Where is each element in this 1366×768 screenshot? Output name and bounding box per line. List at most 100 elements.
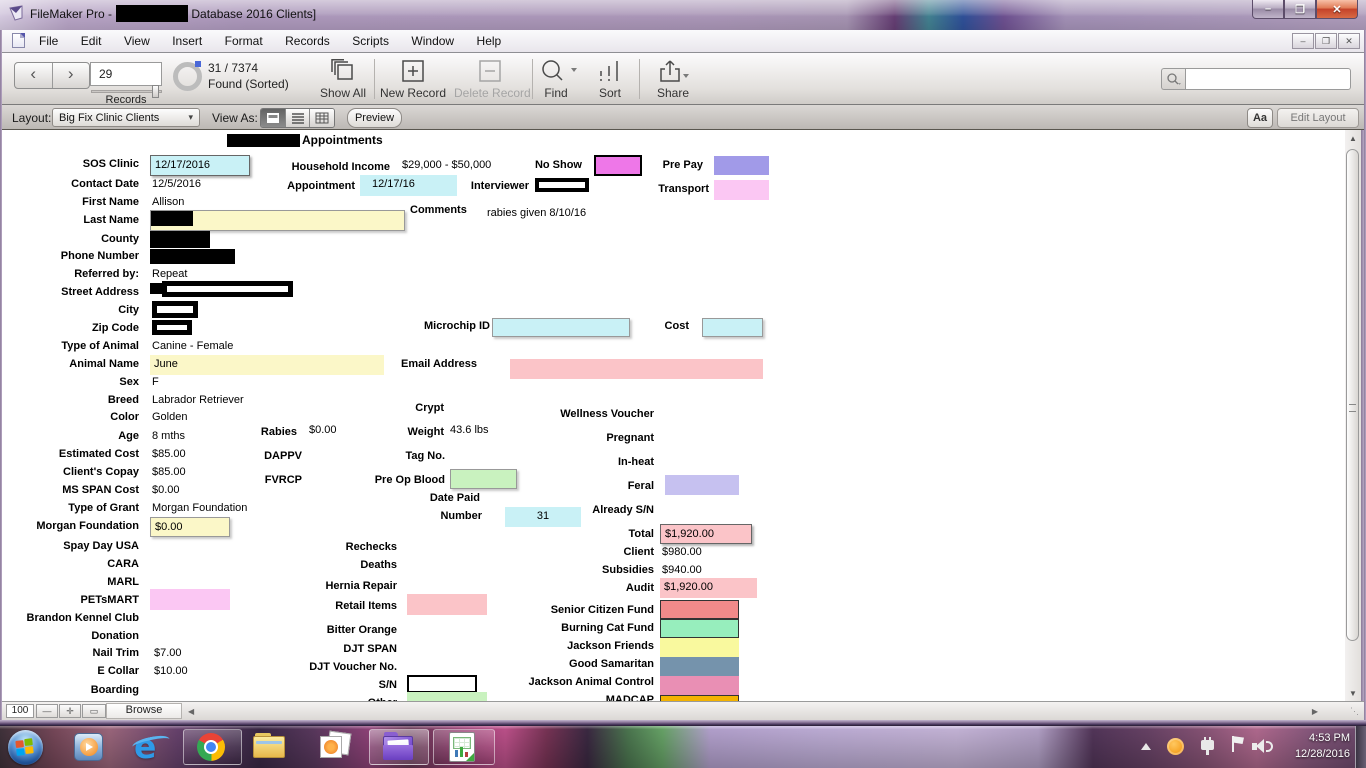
field-animal-name[interactable]: June (150, 355, 384, 375)
search-icon[interactable] (1161, 68, 1185, 90)
menu-window[interactable]: Window (402, 30, 463, 48)
taskbar-photo-viewer-icon[interactable] (320, 732, 352, 760)
taskbar-chrome-icon[interactable] (197, 733, 225, 761)
field-transport[interactable] (714, 180, 769, 200)
tray-power-icon[interactable] (1201, 737, 1216, 756)
scroll-down-arrow[interactable]: ▼ (1345, 685, 1361, 701)
field-senior-citizen-fund[interactable] (660, 600, 739, 619)
field-email-address[interactable] (510, 359, 763, 379)
edit-layout-button[interactable]: Edit Layout (1277, 108, 1359, 128)
field-jackson-friends[interactable] (660, 638, 739, 657)
field-nail-trim[interactable]: $7.00 (154, 647, 182, 659)
preview-button[interactable]: Preview (347, 108, 402, 128)
formatting-bar-button[interactable]: ▭ (82, 704, 106, 718)
maximize-button[interactable]: ❐ (1284, 0, 1316, 19)
field-e-collar[interactable]: $10.00 (154, 665, 188, 677)
zoom-in-button[interactable]: ✛ (59, 704, 81, 718)
menu-scripts[interactable]: Scripts (343, 30, 398, 48)
mdi-minimize-button[interactable]: – (1292, 33, 1314, 49)
hscroll-right-arrow[interactable]: ▶ (1312, 707, 1318, 716)
tray-volume-icon[interactable] (1252, 738, 1278, 755)
field-cost[interactable] (702, 318, 763, 337)
tray-avira-icon[interactable] (1167, 738, 1184, 755)
field-household-income[interactable]: $29,000 - $50,000 (402, 159, 491, 171)
table-view-button[interactable] (310, 109, 334, 127)
zoom-out-button[interactable]: — (36, 704, 58, 718)
list-view-button[interactable] (286, 109, 311, 127)
menu-file[interactable]: File (30, 30, 67, 48)
mdi-restore-button[interactable]: ❐ (1315, 33, 1337, 49)
field-retail-items[interactable] (407, 594, 487, 615)
taskbar-ie-icon[interactable]: e (134, 730, 168, 764)
field-age[interactable]: 8 mths (152, 430, 185, 442)
new-record-button[interactable]: New Record (380, 59, 446, 100)
field-clients-copay[interactable]: $85.00 (152, 466, 186, 478)
field-first-name[interactable]: Allison (152, 196, 184, 208)
field-morgan-foundation[interactable]: $0.00 (150, 517, 230, 537)
menu-help[interactable]: Help (468, 30, 511, 48)
field-feral[interactable] (665, 475, 739, 495)
field-good-samaritan[interactable] (660, 657, 739, 676)
field-subsidies[interactable]: $940.00 (662, 564, 702, 576)
share-button[interactable]: Share (650, 59, 696, 100)
field-ms-span-cost[interactable]: $0.00 (152, 484, 180, 496)
find-button[interactable]: Find (538, 59, 574, 100)
field-petsmart[interactable] (150, 589, 230, 610)
tray-hidden-icons-arrow[interactable] (1141, 743, 1151, 750)
field-contact-date[interactable]: 12/5/2016 (152, 178, 201, 190)
taskbar-filemaker-icon[interactable] (383, 732, 414, 761)
field-color[interactable]: Golden (152, 411, 187, 423)
mdi-close-button[interactable]: ✕ (1338, 33, 1360, 49)
field-pre-pay[interactable] (714, 156, 769, 175)
field-sos-clinic[interactable]: 12/17/2016 (150, 155, 250, 176)
search-input[interactable] (1185, 68, 1351, 90)
field-burning-cat-fund[interactable] (660, 619, 739, 638)
minimize-button[interactable]: – (1252, 0, 1284, 19)
close-button[interactable]: ✕ (1316, 0, 1358, 19)
field-type-of-grant[interactable]: Morgan Foundation (152, 502, 247, 514)
form-view-button[interactable] (261, 109, 286, 127)
layout-dropdown[interactable]: Big Fix Clinic Clients (52, 108, 200, 127)
menu-format[interactable]: Format (216, 30, 272, 48)
delete-record-button[interactable]: Delete Record (454, 59, 526, 100)
field-referred-by[interactable]: Repeat (152, 268, 187, 280)
hscroll-left-arrow[interactable]: ◀ (188, 707, 194, 716)
menu-view[interactable]: View (115, 30, 159, 48)
field-breed[interactable]: Labrador Retriever (152, 394, 244, 406)
field-sn[interactable] (407, 675, 477, 693)
zoom-level[interactable]: 100 (6, 704, 34, 718)
menu-insert[interactable]: Insert (163, 30, 211, 48)
field-audit[interactable]: $1,920.00 (660, 578, 757, 598)
field-total[interactable]: $1,920.00 (660, 524, 752, 544)
start-button[interactable] (8, 730, 43, 765)
quick-find-box[interactable] (1161, 68, 1351, 90)
taskbar-calc-icon[interactable] (449, 732, 475, 762)
vertical-scrollbar-thumb[interactable] (1346, 149, 1359, 641)
field-rabies[interactable]: $0.00 (309, 424, 337, 436)
record-nav-buttons[interactable]: ‹ › (14, 62, 90, 89)
taskbar-explorer-icon[interactable] (253, 733, 287, 759)
menu-records[interactable]: Records (276, 30, 339, 48)
show-desktop-button[interactable] (1355, 726, 1366, 768)
sort-button[interactable]: Sort (592, 59, 628, 100)
mode-dropdown[interactable]: Browse (106, 703, 182, 719)
field-sex[interactable]: F (152, 376, 159, 388)
show-all-button[interactable]: Show All (318, 59, 368, 100)
field-pre-op-blood[interactable] (450, 469, 517, 489)
menu-edit[interactable]: Edit (72, 30, 111, 48)
field-jackson-animal-control[interactable] (660, 676, 739, 695)
field-type-of-animal[interactable]: Canine - Female (152, 340, 233, 352)
field-comments[interactable]: rabies given 8/10/16 (487, 207, 586, 219)
field-estimated-cost[interactable]: $85.00 (152, 448, 186, 460)
current-record-input[interactable]: 29 (90, 62, 162, 86)
previous-record-button[interactable]: ‹ (15, 63, 53, 88)
next-record-button[interactable]: › (53, 63, 90, 88)
scroll-up-arrow[interactable]: ▲ (1345, 130, 1361, 146)
field-microchip-id[interactable] (492, 318, 630, 337)
tray-clock[interactable]: 4:53 PM 12/28/2016 (1295, 730, 1350, 762)
field-other[interactable] (407, 692, 487, 701)
taskbar-wmp-icon[interactable] (74, 733, 103, 761)
field-weight[interactable]: 43.6 lbs (450, 424, 489, 436)
tray-action-center-icon[interactable] (1232, 736, 1246, 756)
field-client[interactable]: $980.00 (662, 546, 702, 558)
